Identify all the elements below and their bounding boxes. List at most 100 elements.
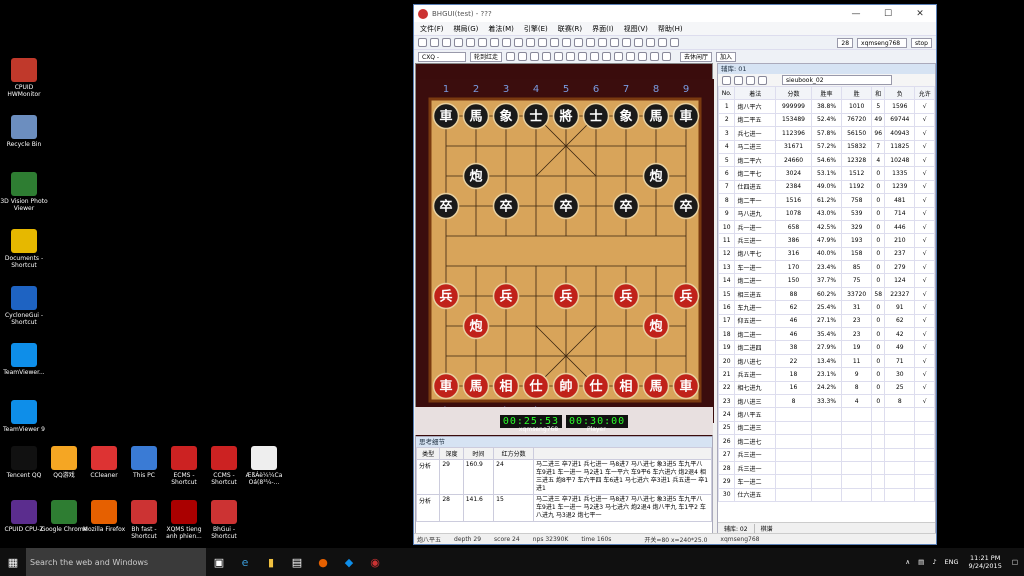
toolbar-tool-icon[interactable] xyxy=(466,38,475,47)
teamviewer-shortcut[interactable]: TeamViewer... xyxy=(0,343,48,376)
red-piece[interactable]: 相 xyxy=(492,372,520,400)
toolbar-tool-icon[interactable] xyxy=(622,38,631,47)
book-row[interactable]: 24 炮八平五 xyxy=(717,407,935,422)
book-row[interactable]: 1 炮八平六 999999 38.8% 1010 5 1596 √ xyxy=(717,99,935,114)
bhgui-shortcut[interactable]: BhGui - Shortcut xyxy=(200,500,248,540)
book-header[interactable]: 负 xyxy=(884,85,916,101)
black-piece[interactable]: 卒 xyxy=(612,192,640,220)
maximize-button[interactable]: ☐ xyxy=(872,5,904,22)
file-shortcut[interactable]: ÆßÁè¼¼Ca Oá(8³¼-... xyxy=(240,446,288,486)
book-row[interactable]: 6 炮二平七 3024 53.1% 1512 0 1335 √ xyxy=(717,166,935,181)
toolbar-tool-icon[interactable] xyxy=(550,38,559,47)
book-row[interactable]: 12 炮八平七 316 40.0% 158 0 237 √ xyxy=(717,246,935,262)
book-row[interactable]: 23 炮八进三 8 33.3% 4 0 8 √ xyxy=(717,393,935,409)
toolbar-tool-icon[interactable] xyxy=(658,38,667,47)
book-row[interactable]: 19 炮二进四 38 27.9% 19 0 49 √ xyxy=(717,340,935,355)
book-row[interactable]: 16 车九进一 62 25.4% 31 0 91 √ xyxy=(717,300,935,315)
black-piece[interactable]: 士 xyxy=(522,102,550,130)
book-row[interactable]: 22 相七进九 16 24.2% 8 0 25 √ xyxy=(717,380,935,395)
book-header[interactable]: 着法 xyxy=(734,85,777,101)
task-view-icon[interactable]: ▣ xyxy=(206,548,232,576)
lobby-button[interactable]: 去休闲厅 xyxy=(680,51,713,62)
explorer-icon[interactable]: ▮ xyxy=(258,548,284,576)
red-piece[interactable]: 車 xyxy=(672,372,700,400)
black-piece[interactable]: 將 xyxy=(552,102,580,130)
red-piece[interactable]: 兵 xyxy=(432,282,460,310)
book-row[interactable]: 17 仰五进一 46 27.1% 23 0 62 √ xyxy=(717,313,935,329)
menu-item[interactable]: 引擎(E) xyxy=(524,24,548,34)
black-piece[interactable]: 馬 xyxy=(462,102,490,130)
language-indicator[interactable]: ENG xyxy=(944,558,958,566)
mode-select[interactable]: CXQ - Playing - xyxy=(418,51,466,70)
toolbar-tool-icon[interactable] xyxy=(430,38,439,47)
menu-item[interactable]: 界面(I) xyxy=(592,24,614,34)
level-select[interactable]: 28 xyxy=(837,37,854,48)
book-search-icon[interactable] xyxy=(734,75,743,85)
join-button[interactable]: 加入 xyxy=(716,51,737,62)
black-piece[interactable]: 車 xyxy=(672,102,700,130)
toolbar-tool-icon[interactable] xyxy=(490,38,499,47)
toolbar-action-icon[interactable] xyxy=(530,52,540,61)
book-row[interactable]: 2 炮二平五 153489 52.4% 76720 49 69744 √ xyxy=(717,112,935,128)
book-row[interactable]: 7 仕四进五 2384 49.0% 1192 0 1239 √ xyxy=(717,179,935,195)
toolbar-tool-icon[interactable] xyxy=(610,38,619,47)
black-piece[interactable]: 馬 xyxy=(642,102,670,130)
toolbar-action-icon[interactable] xyxy=(590,52,600,61)
toolbar-action-icon[interactable] xyxy=(506,52,516,61)
book-header[interactable]: No. xyxy=(717,85,736,101)
notification-icon[interactable]: □ xyxy=(1012,558,1018,566)
menu-item[interactable]: 视图(V) xyxy=(624,24,648,34)
red-piece[interactable]: 兵 xyxy=(672,282,700,310)
menu-item[interactable]: 联赛(R) xyxy=(558,24,582,34)
black-piece[interactable]: 炮 xyxy=(462,162,490,190)
book-header[interactable]: 分数 xyxy=(775,85,812,101)
volume-icon[interactable]: ♪ xyxy=(932,558,936,566)
toolbar-tool-icon[interactable] xyxy=(670,38,679,47)
book-row[interactable]: 11 兵三进一 386 47.9% 193 0 210 √ xyxy=(717,233,935,248)
cyclone-shortcut[interactable]: CycloneGui - Shortcut xyxy=(0,286,48,326)
red-piece[interactable]: 仕 xyxy=(522,372,550,400)
toolbar-action-icon[interactable] xyxy=(626,52,636,61)
toolbar-action-icon[interactable] xyxy=(566,52,576,61)
book-tool-icon[interactable] xyxy=(722,75,731,85)
book-filter-icon[interactable] xyxy=(758,75,767,85)
toolbar-tool-icon[interactable] xyxy=(574,38,583,47)
toolbar-tool-icon[interactable] xyxy=(454,38,463,47)
toolbar-tool-icon[interactable] xyxy=(442,38,451,47)
toolbar-action-icon[interactable] xyxy=(614,52,624,61)
bhgui-taskbar-icon[interactable]: ◉ xyxy=(362,548,388,576)
black-piece[interactable]: 象 xyxy=(492,102,520,130)
book-row[interactable]: 21 兵五进一 18 23.1% 9 0 30 √ xyxy=(717,367,935,382)
book-row[interactable]: 20 炮八进七 22 13.4% 11 0 71 √ xyxy=(717,353,935,369)
tray-arrow-icon[interactable]: ∧ xyxy=(905,558,910,566)
black-piece[interactable]: 車 xyxy=(432,102,460,130)
book-row[interactable]: 13 车一进一 170 23.4% 85 0 279 √ xyxy=(717,260,935,275)
red-piece[interactable]: 炮 xyxy=(642,312,670,340)
toolbar-action-icon[interactable] xyxy=(662,52,672,61)
toolbar-tool-icon[interactable] xyxy=(598,38,607,47)
hwmonitor-shortcut[interactable]: CPUID HWMonitor xyxy=(0,58,48,98)
menu-item[interactable]: 帮助(H) xyxy=(658,24,683,34)
teamviewer-taskbar-icon[interactable]: ◆ xyxy=(336,548,362,576)
book-row[interactable]: 14 炮二进一 150 37.7% 75 0 124 √ xyxy=(717,273,935,288)
close-button[interactable]: ✕ xyxy=(904,5,936,22)
book-row[interactable]: 18 炮二进一 46 35.4% 23 0 42 √ xyxy=(717,327,935,342)
user-field[interactable]: xqmseng768 xyxy=(857,37,908,48)
firefox-taskbar-icon[interactable]: ● xyxy=(310,548,336,576)
toolbar-tool-icon[interactable] xyxy=(634,38,643,47)
red-piece[interactable]: 兵 xyxy=(492,282,520,310)
book-row[interactable]: 15 相三进五 88 60.2% 33720 58 22327 √ xyxy=(717,286,935,302)
book-row[interactable]: 9 马八进九 1078 43.0% 539 0 714 √ xyxy=(717,206,935,221)
black-piece[interactable]: 卒 xyxy=(492,192,520,220)
search-input[interactable]: Search the web and Windows xyxy=(26,548,206,576)
book-row[interactable]: 8 炮二平一 1516 61.2% 758 0 481 √ xyxy=(717,193,935,208)
red-piece[interactable]: 馬 xyxy=(462,372,490,400)
black-piece[interactable]: 卒 xyxy=(672,192,700,220)
book-row[interactable]: 25 炮二进三 xyxy=(717,420,935,436)
xiangqi-board[interactable]: 123456789九八七六五四三二一車馬象士將士象馬車炮炮卒卒卒卒卒兵兵兵兵兵炮… xyxy=(416,64,714,438)
book-row[interactable]: 27 兵三进一 xyxy=(717,447,935,462)
minimize-button[interactable]: — xyxy=(840,5,872,22)
book-row[interactable]: 29 车一进二 xyxy=(717,474,935,489)
menu-item[interactable]: 着法(M) xyxy=(488,24,514,34)
toolbar-tool-icon[interactable] xyxy=(418,38,427,47)
